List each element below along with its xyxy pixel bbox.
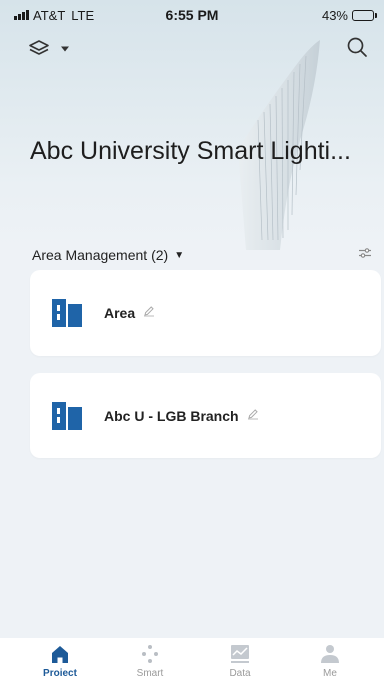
area-section-header: Area Management (2) ▼	[32, 244, 372, 266]
filter-sliders-icon	[359, 248, 371, 258]
status-bar: AT&T LTE 6:55 PM 43%	[0, 0, 384, 30]
nav-label-me: Me	[323, 668, 337, 679]
status-left: AT&T LTE	[14, 8, 94, 23]
chevron-down-icon	[61, 46, 69, 52]
building-icon	[52, 401, 82, 430]
project-switcher-button[interactable]	[28, 39, 70, 59]
edit-name-button[interactable]	[143, 304, 155, 322]
signal-icon	[14, 10, 29, 20]
bottom-nav: Proiect Smart Data Me	[0, 638, 384, 684]
area-card[interactable]: Abc U - LGB Branch	[30, 373, 381, 458]
area-management-dropdown[interactable]: Area Management (2) ▼	[32, 247, 184, 263]
nav-label-smart: Smart	[136, 668, 164, 679]
nav-label-data: Data	[229, 668, 251, 679]
pencil-icon	[144, 306, 155, 317]
area-card[interactable]: Area	[30, 270, 381, 356]
search-button[interactable]	[346, 36, 368, 63]
edit-name-button[interactable]	[247, 407, 259, 425]
pencil-icon	[247, 408, 258, 419]
nav-item-project[interactable]: Proiect	[20, 638, 100, 684]
area-name: Area	[104, 305, 136, 321]
status-right: 43%	[321, 7, 377, 23]
nav-item-smart[interactable]: Smart	[110, 638, 190, 684]
building-icon	[52, 299, 82, 327]
layers-icon	[29, 40, 49, 55]
dots-icon	[142, 645, 158, 663]
battery-icon	[352, 9, 377, 21]
nav-item-me[interactable]: Me	[290, 638, 370, 684]
section-title-label: Area Management (2)	[32, 247, 169, 263]
network-label: LTE	[71, 7, 95, 23]
clock: 6:55 PM	[165, 7, 219, 23]
caret-down-icon: ▼	[174, 249, 185, 261]
filter-button[interactable]	[358, 246, 372, 264]
area-name: Abc U - LGB Branch	[104, 407, 239, 424]
battery-percent: 43%	[321, 7, 348, 23]
home-icon	[52, 646, 68, 663]
nav-label-project: Proiect	[43, 668, 77, 679]
search-icon	[347, 37, 367, 57]
carrier-label: AT&T	[33, 7, 66, 23]
project-title: Abc University Smart Lighti...	[30, 137, 351, 165]
person-icon	[321, 645, 339, 663]
chart-icon	[231, 645, 249, 663]
nav-item-data[interactable]: Data	[200, 638, 280, 684]
top-controls	[0, 34, 384, 64]
